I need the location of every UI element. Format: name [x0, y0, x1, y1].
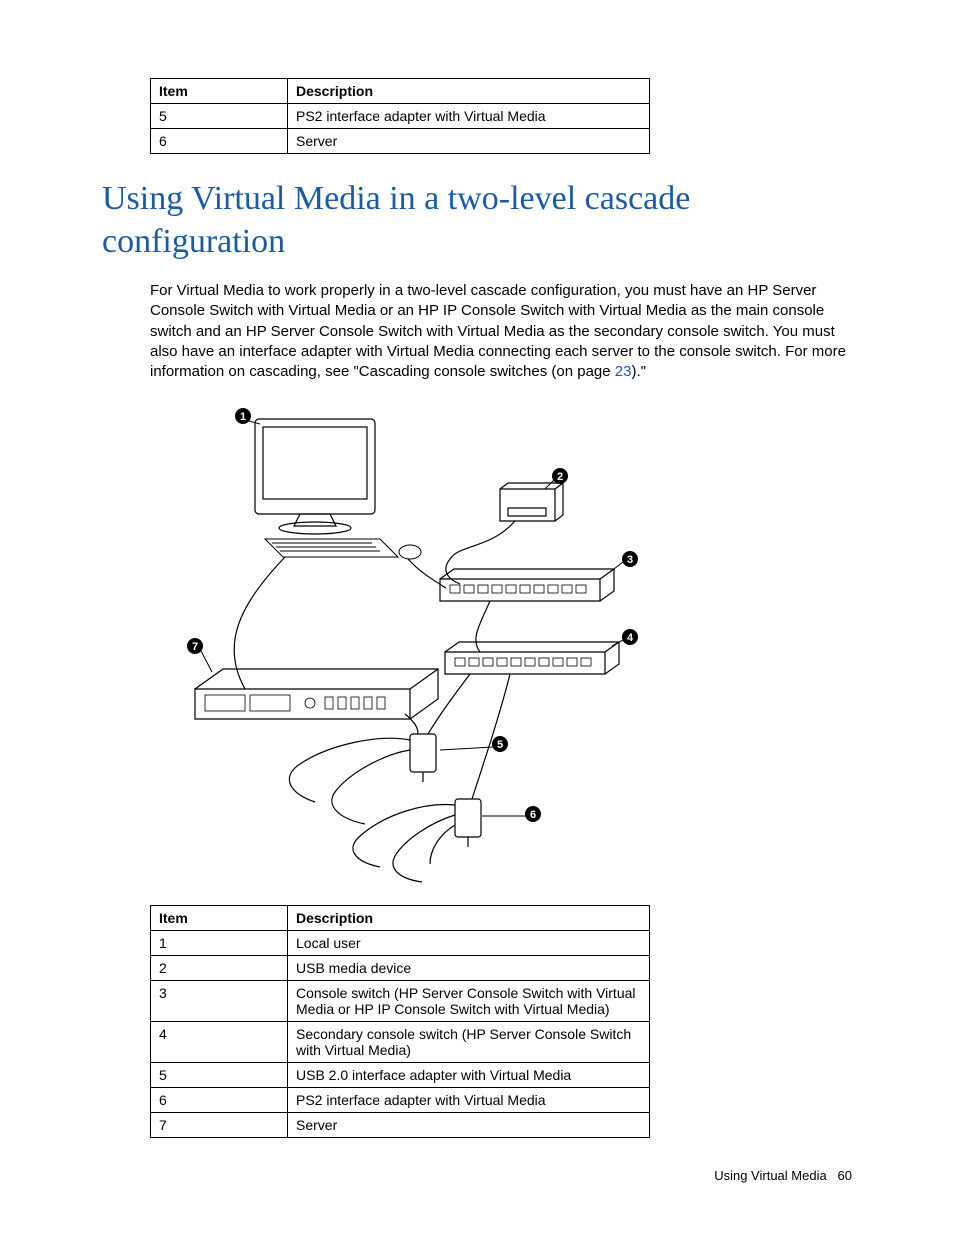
- table-row: 2 USB media device: [151, 956, 650, 981]
- ps2-adapter-icon: [353, 799, 481, 882]
- callout-4: 4: [622, 629, 638, 645]
- bottom-table-header-desc: Description: [288, 906, 650, 931]
- top-item-table: Item Description 5 PS2 interface adapter…: [150, 78, 650, 154]
- bottom-row-3-desc: Secondary console switch (HP Server Cons…: [288, 1022, 650, 1063]
- svg-text:2: 2: [557, 471, 563, 483]
- keyboard-icon: [265, 539, 398, 557]
- section-heading: Using Virtual Media in a two-level casca…: [102, 178, 852, 263]
- top-table-header-desc: Description: [288, 79, 650, 104]
- bottom-row-3-item: 4: [151, 1022, 288, 1063]
- svg-text:5: 5: [497, 739, 503, 751]
- svg-text:4: 4: [627, 632, 634, 644]
- bottom-row-6-desc: Server: [288, 1113, 650, 1138]
- bottom-row-0-desc: Local user: [288, 931, 650, 956]
- server-icon: [195, 669, 438, 719]
- table-row: 5 PS2 interface adapter with Virtual Med…: [151, 104, 650, 129]
- bottom-row-1-item: 2: [151, 956, 288, 981]
- cascade-diagram: 1 2 3 4 5 6 7: [150, 394, 650, 889]
- table-row: 6 Server: [151, 129, 650, 154]
- intro-text-post: ).": [631, 363, 646, 380]
- svg-text:6: 6: [530, 809, 536, 821]
- usb-media-device-icon: [500, 483, 563, 521]
- bottom-row-5-item: 6: [151, 1088, 288, 1113]
- monitor-icon: [255, 419, 375, 534]
- diagram-svg: 1 2 3 4 5 6 7: [150, 394, 650, 889]
- callout-7: 7: [187, 638, 203, 654]
- table-row: 5 USB 2.0 interface adapter with Virtual…: [151, 1063, 650, 1088]
- secondary-console-switch-icon: [445, 642, 619, 674]
- bottom-item-table: Item Description 1 Local user 2 USB medi…: [150, 905, 650, 1138]
- svg-text:3: 3: [627, 554, 633, 566]
- table-row: 4 Secondary console switch (HP Server Co…: [151, 1022, 650, 1063]
- table-row: 3 Console switch (HP Server Console Swit…: [151, 981, 650, 1022]
- callout-5: 5: [492, 736, 508, 752]
- top-row-0-desc: PS2 interface adapter with Virtual Media: [288, 104, 650, 129]
- intro-text-pre: For Virtual Media to work properly in a …: [150, 282, 846, 380]
- footer-page-number: 60: [838, 1168, 852, 1183]
- footer-section: Using Virtual Media: [714, 1168, 826, 1183]
- bottom-row-1-desc: USB media device: [288, 956, 650, 981]
- svg-text:1: 1: [240, 411, 246, 423]
- bottom-row-5-desc: PS2 interface adapter with Virtual Media: [288, 1088, 650, 1113]
- callout-6: 6: [525, 806, 541, 822]
- table-row: 6 PS2 interface adapter with Virtual Med…: [151, 1088, 650, 1113]
- callout-3: 3: [622, 551, 638, 567]
- bottom-row-2-desc: Console switch (HP Server Console Switch…: [288, 981, 650, 1022]
- top-row-0-item: 5: [151, 104, 288, 129]
- table-row: 7 Server: [151, 1113, 650, 1138]
- bottom-row-6-item: 7: [151, 1113, 288, 1138]
- page-link-23[interactable]: 23: [615, 363, 632, 380]
- top-row-1-desc: Server: [288, 129, 650, 154]
- table-row: 1 Local user: [151, 931, 650, 956]
- svg-text:7: 7: [192, 641, 198, 653]
- mouse-icon: [399, 545, 421, 559]
- main-console-switch-icon: [440, 569, 614, 601]
- bottom-row-2-item: 3: [151, 981, 288, 1022]
- bottom-row-4-item: 5: [151, 1063, 288, 1088]
- bottom-table-header-item: Item: [151, 906, 288, 931]
- callout-1: 1: [235, 408, 251, 424]
- bottom-row-4-desc: USB 2.0 interface adapter with Virtual M…: [288, 1063, 650, 1088]
- page-footer: Using Virtual Media 60: [714, 1168, 852, 1183]
- usb-adapter-icon: [289, 734, 436, 824]
- bottom-row-0-item: 1: [151, 931, 288, 956]
- top-row-1-item: 6: [151, 129, 288, 154]
- callout-2: 2: [552, 468, 568, 484]
- top-table-header-item: Item: [151, 79, 288, 104]
- intro-paragraph: For Virtual Media to work properly in a …: [150, 281, 852, 382]
